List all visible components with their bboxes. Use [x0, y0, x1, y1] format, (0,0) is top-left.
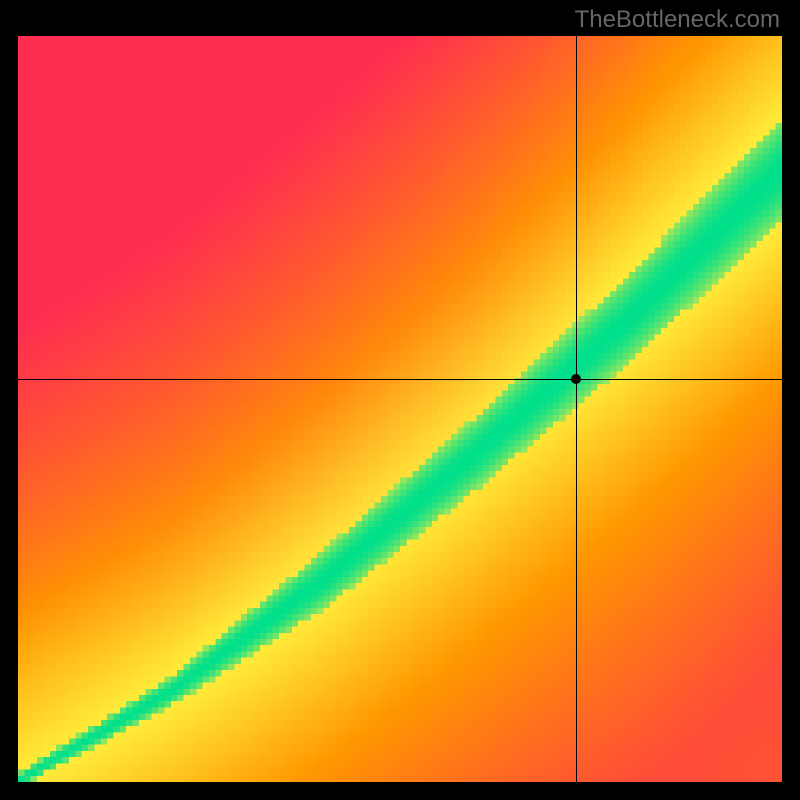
- chart-frame: TheBottleneck.com: [0, 0, 800, 800]
- watermark-text: TheBottleneck.com: [575, 6, 780, 34]
- crosshair-horizontal: [18, 379, 782, 380]
- crosshair-vertical: [576, 36, 577, 782]
- heatmap-canvas: [18, 36, 782, 782]
- crosshair-marker: [571, 374, 581, 384]
- plot-area: [18, 36, 782, 782]
